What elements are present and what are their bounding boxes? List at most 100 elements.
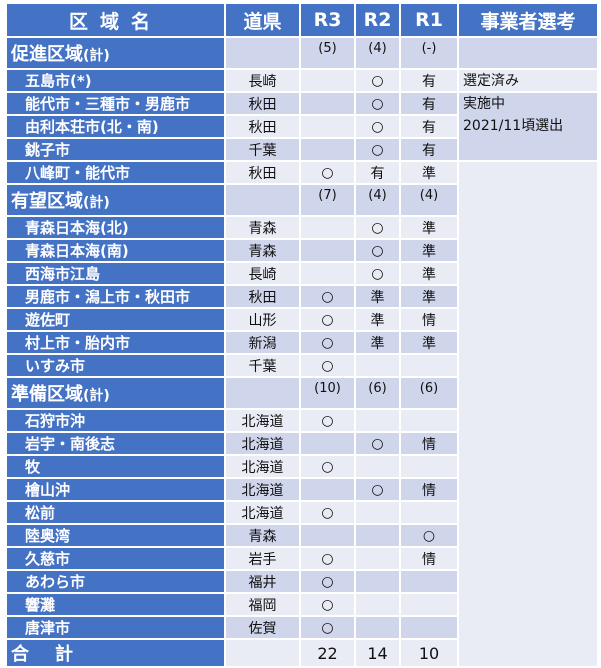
section-r2-count: (4) <box>356 38 399 68</box>
zone-name: 陸奥湾 <box>7 525 224 546</box>
header-r3: R3 <box>301 4 354 36</box>
section-title: 促進区域 <box>11 44 83 65</box>
zone-r2 <box>356 502 399 523</box>
zone-name: 檜山沖 <box>7 479 224 500</box>
zone-r3 <box>301 525 354 546</box>
zone-r2: 有 <box>356 162 399 183</box>
section-title: 有望区域 <box>11 191 83 212</box>
zone-r3 <box>301 93 354 114</box>
zone-r2 <box>356 548 399 569</box>
zone-r2: ○ <box>356 217 399 238</box>
zone-prefecture: 千葉 <box>226 139 299 160</box>
section-r3-count: (7) <box>301 185 354 215</box>
section-name: 有望区域(計) <box>7 185 224 215</box>
zone-prefecture: 北海道 <box>226 456 299 477</box>
zone-r3 <box>301 139 354 160</box>
section-name: 促進区域(計) <box>7 38 224 68</box>
zone-r1: 準 <box>401 286 457 307</box>
zone-name: 由利本荘市(北・南) <box>7 116 224 137</box>
zone-r3 <box>301 479 354 500</box>
section-r2-count: (4) <box>356 185 399 215</box>
zone-name: 青森日本海(南) <box>7 240 224 261</box>
zone-name: 西海市江島 <box>7 263 224 284</box>
zone-r1: 準 <box>401 263 457 284</box>
zone-r3 <box>301 70 354 91</box>
zone-r3 <box>301 263 354 284</box>
zone-r2 <box>356 410 399 431</box>
selection-goto: 選定済み <box>459 70 597 91</box>
zone-r2: ○ <box>356 263 399 284</box>
zone-prefecture: 青森 <box>226 525 299 546</box>
zone-prefecture: 秋田 <box>226 116 299 137</box>
section-selection <box>459 38 597 68</box>
selection-date: 2021/11頃選出 <box>463 118 564 134</box>
table-row: 五島市(*) 長崎 ○ 有選定済み <box>7 70 597 91</box>
table-row: 八峰町・能代市 秋田 ○ 有準 <box>7 162 597 666</box>
zone-prefecture: 新潟 <box>226 332 299 353</box>
selection-status: 実施中 <box>463 96 505 112</box>
offshore-wind-zone-table: 区域名 道県 R3 R2 R1 事業者選考 促進区域(計) (5) (4) (-) 五島… <box>5 2 599 668</box>
zone-r3: ○ <box>301 332 354 353</box>
section-suffix: (計) <box>83 388 110 404</box>
zone-r2: 準 <box>356 332 399 353</box>
zone-r3: ○ <box>301 355 354 376</box>
zone-r2: ○ <box>356 116 399 137</box>
total-prefecture <box>226 640 299 666</box>
section-prefecture <box>226 378 299 408</box>
zone-r2: 準 <box>356 309 399 330</box>
zone-prefecture: 北海道 <box>226 410 299 431</box>
zone-r1 <box>401 502 457 523</box>
zone-r2 <box>356 525 399 546</box>
zone-prefecture: 北海道 <box>226 502 299 523</box>
zone-r2 <box>356 456 399 477</box>
header-prefecture: 道県 <box>226 4 299 36</box>
section-r1-count: (4) <box>401 185 457 215</box>
section-r3-count: (5) <box>301 38 354 68</box>
zone-name: 松前 <box>7 502 224 523</box>
zone-prefecture: 青森 <box>226 240 299 261</box>
header-operator-selection: 事業者選考 <box>459 4 597 36</box>
zone-name: 岩宇・南後志 <box>7 433 224 454</box>
zone-r2 <box>356 594 399 615</box>
section-prefecture <box>226 185 299 215</box>
section-r1-count: (-) <box>401 38 457 68</box>
total-r3: 22 <box>301 640 354 666</box>
zone-r2: ○ <box>356 70 399 91</box>
zone-prefecture: 岩手 <box>226 548 299 569</box>
zone-name: 牧 <box>7 456 224 477</box>
zone-prefecture: 福岡 <box>226 594 299 615</box>
zone-r1 <box>401 617 457 638</box>
zone-prefecture: 佐賀 <box>226 617 299 638</box>
zone-r3: ○ <box>301 617 354 638</box>
section-suffix: (計) <box>83 48 110 64</box>
table-row: 能代市・三種市・男鹿市 秋田 ○ 有実施中 2021/11頃選出 <box>7 93 597 160</box>
zone-r1: 有 <box>401 93 457 114</box>
header-zone-name: 区域名 <box>7 4 224 36</box>
zone-prefecture: 福井 <box>226 571 299 592</box>
zone-r1 <box>401 410 457 431</box>
zone-r3: ○ <box>301 548 354 569</box>
total-label: 合計 <box>7 640 224 666</box>
zone-prefecture: 秋田 <box>226 286 299 307</box>
zone-prefecture: 北海道 <box>226 479 299 500</box>
section-r3-count: (10) <box>301 378 354 408</box>
zone-r2 <box>356 355 399 376</box>
zone-name: 響灘 <box>7 594 224 615</box>
section-suffix: (計) <box>83 195 110 211</box>
zone-name: 久慈市 <box>7 548 224 569</box>
zone-name: 唐津市 <box>7 617 224 638</box>
zone-r1 <box>401 456 457 477</box>
zone-name: いすみ市 <box>7 355 224 376</box>
zone-r3: ○ <box>301 456 354 477</box>
zone-name: 遊佐町 <box>7 309 224 330</box>
zone-r2: 準 <box>356 286 399 307</box>
zone-name: 村上市・胎内市 <box>7 332 224 353</box>
zone-r2: ○ <box>356 240 399 261</box>
zone-r3: ○ <box>301 571 354 592</box>
total-r2: 14 <box>356 640 399 666</box>
zone-r1: 有 <box>401 139 457 160</box>
zone-r1: 情 <box>401 548 457 569</box>
section-r1-count: (6) <box>401 378 457 408</box>
zone-r1: 準 <box>401 240 457 261</box>
zone-r1: 有 <box>401 70 457 91</box>
